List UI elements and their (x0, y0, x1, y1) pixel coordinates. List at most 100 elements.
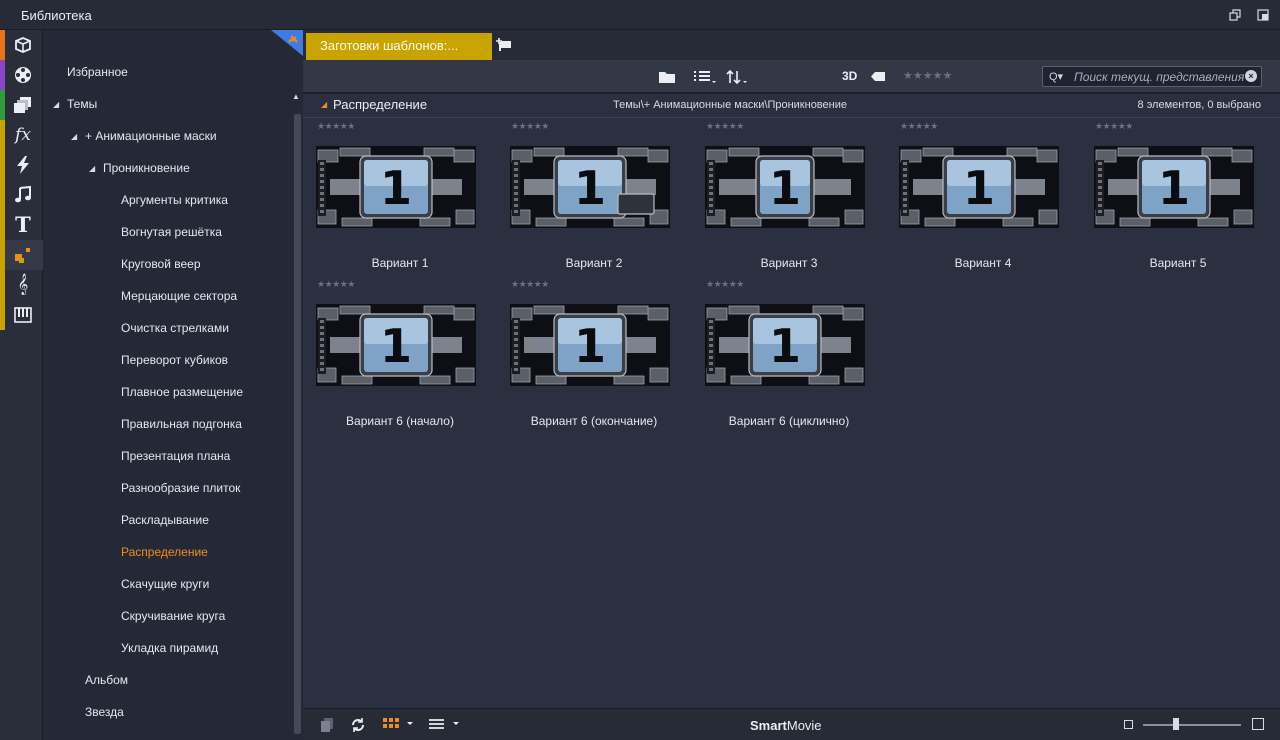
category-color-strip (0, 60, 5, 90)
tree-item-leaf[interactable]: Переворот кубиков (121, 353, 228, 367)
svg-text:1: 1 (1158, 161, 1190, 215)
template-thumbnail[interactable]: ★★★★★ 1 Вариант 4 (886, 121, 1080, 279)
rating-stars[interactable]: ★★★★★ (706, 121, 744, 132)
zoom-large-icon[interactable] (1252, 718, 1264, 730)
window-title: Библиотека (21, 8, 92, 23)
thumbnail-label: Вариант 5 (1149, 256, 1207, 270)
expand-arrow-icon[interactable]: ◢ (89, 164, 95, 173)
zoom-small-icon[interactable] (1124, 720, 1133, 729)
thumbnail-image[interactable]: 1 (510, 146, 670, 228)
list-view-icon[interactable] (693, 69, 717, 85)
expand-arrow-icon[interactable]: ◢ (71, 132, 77, 141)
tree-item-leaf[interactable]: Раскладывание (121, 513, 209, 527)
rating-stars[interactable]: ★★★★★ (317, 279, 355, 290)
tree-item-album[interactable]: Альбом (85, 673, 128, 687)
tree-item-leaf[interactable]: Круговой веер (121, 257, 201, 271)
tree-item-leaf[interactable]: Мерцающие сектора (121, 289, 237, 303)
thumbnail-image[interactable]: 1 (510, 304, 670, 386)
scroll-up-icon[interactable]: ▲ (292, 92, 300, 101)
tree-item-leaf[interactable]: Скручивание круга (121, 609, 225, 623)
rail-item-montage-blocks[interactable] (0, 240, 43, 270)
tab-templates[interactable]: Заготовки шаблонов:... (306, 33, 492, 60)
rating-stars[interactable]: ★★★★★ (317, 121, 355, 132)
search-icon[interactable]: Q▾ (1049, 70, 1063, 83)
tree-item-penetration[interactable]: Проникновение (103, 161, 190, 175)
rail-item-film-reel[interactable] (0, 60, 43, 90)
restore-icon[interactable] (1229, 9, 1241, 21)
rail-item-text-title[interactable]: T (0, 210, 43, 240)
thumbnail-label: Вариант 4 (954, 256, 1012, 270)
rail-item-treble-clef[interactable]: 𝄞 (0, 270, 43, 300)
tag-icon[interactable] (870, 69, 886, 85)
template-thumbnail[interactable]: ★★★★★ 1 Вариант 2 (497, 121, 691, 279)
rating-stars[interactable]: ★★★★★ (706, 279, 744, 290)
tree-item-star[interactable]: Звезда (85, 705, 124, 719)
tree-item-leaf[interactable]: Плавное размещение (121, 385, 243, 399)
zoom-slider-handle[interactable] (1173, 718, 1179, 730)
tree-item-leaf[interactable]: Очистка стрелками (121, 321, 229, 335)
pin-icon[interactable] (271, 30, 303, 56)
rail-item-music-note[interactable] (0, 180, 43, 210)
rail-item-lightning[interactable] (0, 150, 43, 180)
tree-item-favorites[interactable]: Избранное (67, 65, 128, 79)
thumbnail-label: Вариант 6 (циклично) (728, 414, 850, 428)
template-thumbnail[interactable]: ★★★★★ 1 Вариант 3 (692, 121, 886, 279)
refresh-icon[interactable] (350, 717, 366, 733)
rating-stars[interactable]: ★★★★★ (1095, 121, 1133, 132)
collapse-arrow-icon[interactable]: ◢ (321, 100, 327, 109)
thumbnail-image[interactable]: 1 (316, 146, 476, 228)
smartmovie-button[interactable]: SmartMovie (750, 718, 822, 733)
rail-item-stacked-pages[interactable] (0, 90, 43, 120)
sort-icon[interactable] (725, 69, 749, 85)
rating-stars[interactable]: ★★★★★ (900, 121, 938, 132)
thumbnail-label: Вариант 3 (760, 256, 818, 270)
3d-filter-button[interactable]: 3D (842, 69, 857, 83)
menu-icon[interactable] (429, 718, 461, 732)
svg-text:1: 1 (769, 319, 801, 373)
detach-icon[interactable] (1257, 9, 1269, 21)
stacked-pages-icon (13, 95, 33, 115)
tree-item-leaf[interactable]: Презентация плана (121, 449, 230, 463)
template-thumbnail[interactable]: ★★★★★ 1 Вариант 6 (циклично) (692, 279, 886, 437)
tree-item-leaf[interactable]: Аргументы критика (121, 193, 228, 207)
rail-item-box[interactable] (0, 30, 43, 60)
template-thumbnail[interactable]: ★★★★★ 1 Вариант 6 (начало) (303, 279, 497, 437)
rating-filter[interactable]: ★★★★★ (903, 69, 952, 82)
rating-stars[interactable]: ★★★★★ (511, 279, 549, 290)
rail-item-fx[interactable]: fx (0, 120, 43, 150)
thumbnail-image[interactable]: 1 (705, 304, 865, 386)
tree-item-leaf[interactable]: Вогнутая решётка (121, 225, 222, 239)
clear-search-icon[interactable]: × (1245, 70, 1257, 82)
expand-arrow-icon[interactable]: ◢ (53, 100, 59, 109)
rail-item-piano[interactable] (0, 300, 43, 330)
box-icon (13, 35, 33, 55)
thumbnail-image[interactable]: 1 (316, 304, 476, 386)
search-input[interactable] (1074, 69, 1244, 84)
title-bar: Библиотека (0, 0, 1280, 30)
template-thumbnail[interactable]: ★★★★★ 1 Вариант 5 (1081, 121, 1275, 279)
tree-item-leaf[interactable]: Укладка пирамид (121, 641, 218, 655)
rating-stars[interactable]: ★★★★★ (511, 121, 549, 132)
tree-item-leaf[interactable]: Распределение (121, 545, 208, 559)
treble-clef-icon: 𝄞 (17, 274, 29, 295)
search-box[interactable]: Q▾ × (1042, 66, 1262, 87)
thumbnail-image[interactable]: 1 (1094, 146, 1254, 228)
template-thumbnail[interactable]: ★★★★★ 1 Вариант 1 (303, 121, 497, 279)
zoom-slider[interactable] (1143, 724, 1241, 726)
library-toolbar: 3D ★★★★★ Q▾ × (303, 60, 1280, 93)
folder-icon[interactable] (658, 69, 676, 85)
tree-item-leaf[interactable]: Разнообразие плиток (121, 481, 240, 495)
tree-scrollbar[interactable]: ▲ ▼ (290, 60, 303, 740)
thumbnail-image[interactable]: 1 (705, 146, 865, 228)
tree-item-anim-masks[interactable]: + Анимационные маски (85, 129, 217, 143)
scrollbar-thumb[interactable] (294, 114, 301, 734)
copy-pages-icon[interactable] (320, 717, 334, 733)
add-tab-icon[interactable] (496, 38, 514, 52)
tree-item-themes[interactable]: Темы (67, 97, 97, 111)
tree-item-leaf[interactable]: Скачущие круги (121, 577, 209, 591)
template-thumbnail[interactable]: ★★★★★ 1 Вариант 6 (окончание) (497, 279, 691, 437)
tree-item-leaf[interactable]: Правильная подгонка (121, 417, 242, 431)
category-color-strip (0, 300, 5, 330)
grid-view-icon[interactable] (383, 718, 415, 732)
thumbnail-image[interactable]: 1 (899, 146, 1059, 228)
